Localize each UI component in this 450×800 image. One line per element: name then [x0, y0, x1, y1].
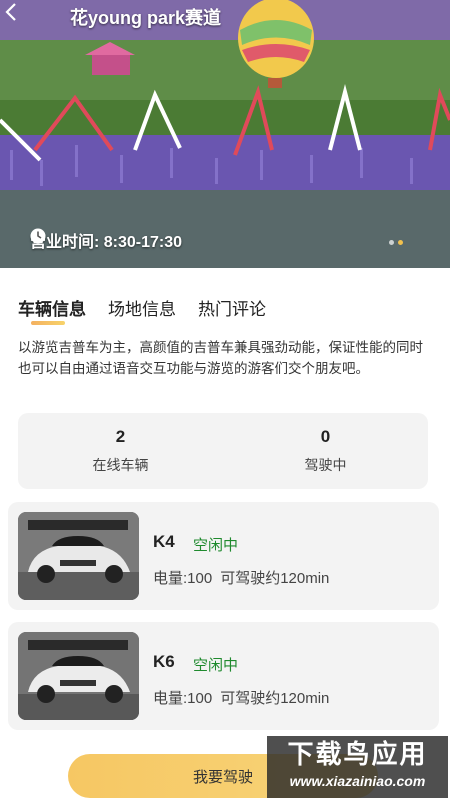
stat-driving: 0 驾驶中	[223, 413, 428, 489]
tab-active-indicator	[31, 321, 65, 325]
vehicle-stats-panel: 2 在线车辆 0 驾驶中	[18, 413, 428, 489]
watermark-logo-text: 下载鸟应用	[287, 739, 428, 769]
hero-banner[interactable]: 花young park赛道 营业时间: 8:30-17:30	[0, 0, 450, 268]
carousel-dot-active[interactable]	[398, 240, 403, 245]
carousel-dot[interactable]	[389, 240, 394, 245]
page-title: 花young park赛道	[70, 8, 222, 28]
stat-label: 在线车辆	[92, 457, 149, 473]
vehicle-photo	[18, 512, 139, 600]
vehicle-name: K6	[153, 652, 175, 671]
tab-hot-comments[interactable]: 热门评论	[198, 295, 266, 325]
watermark-url: www.xiazainiao.com	[289, 773, 426, 789]
vehicle-status: 空闲中	[193, 657, 239, 674]
carousel-indicator	[389, 240, 403, 245]
back-arrow-icon[interactable]	[0, 0, 24, 24]
vehicle-card[interactable]: K6 空闲中 电量:100 可驾驶约120min	[8, 622, 439, 730]
clock-icon	[30, 228, 46, 244]
venue-description: 以游览吉普车为主，高颜值的吉普车兼具强劲动能，保证性能的同时也可以自由通过语音交…	[18, 340, 423, 376]
watermark: 下载鸟应用 www.xiazainiao.com	[267, 736, 448, 798]
vehicle-info: 电量:100 可驾驶约120min	[153, 567, 329, 588]
vehicle-battery: 电量:100	[153, 570, 213, 587]
stat-label: 驾驶中	[304, 457, 347, 473]
business-hours-text: 营业时间: 8:30-17:30	[30, 234, 183, 251]
stat-value: 2	[115, 427, 126, 446]
vehicle-battery: 电量:100	[153, 690, 213, 707]
vehicle-card[interactable]: K4 空闲中 电量:100 可驾驶约120min	[8, 502, 439, 610]
vehicle-name: K4	[153, 532, 175, 551]
stat-online-vehicles: 2 在线车辆	[18, 413, 223, 489]
vehicle-range: 可驾驶约120min	[220, 570, 330, 587]
vehicle-info: 电量:100 可驾驶约120min	[153, 687, 329, 708]
vehicle-photo	[18, 632, 139, 720]
stat-value: 0	[320, 427, 331, 446]
tab-venue-info[interactable]: 场地信息	[108, 295, 176, 325]
top-bar: 花young park赛道	[0, 0, 450, 34]
business-hours: 营业时间: 8:30-17:30	[30, 228, 182, 252]
vehicle-range: 可驾驶约120min	[220, 690, 330, 707]
vehicle-status: 空闲中	[193, 537, 239, 554]
